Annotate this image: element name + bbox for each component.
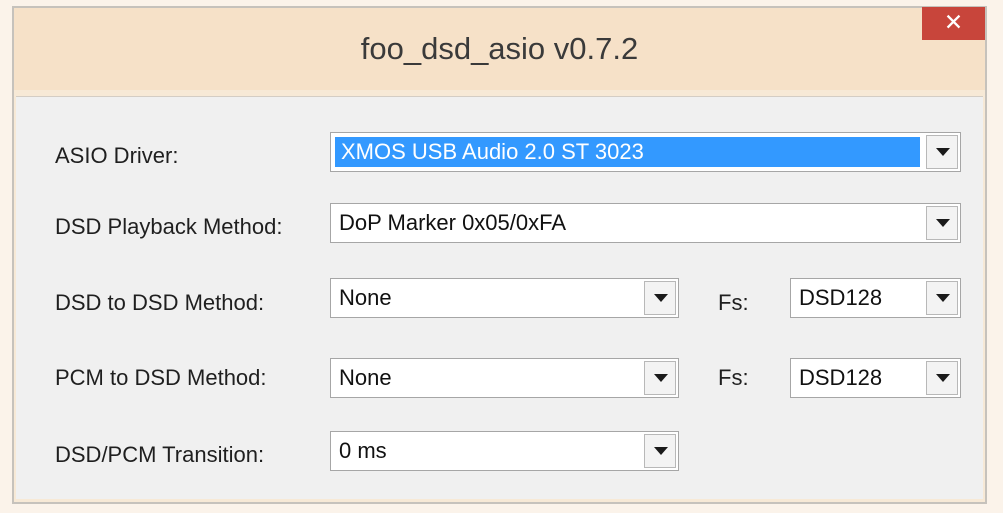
pcm-to-dsd-method-label: PCM to DSD Method: — [55, 365, 267, 390]
dsd-to-dsd-method-value: None — [339, 285, 392, 310]
dsd-to-dsd-fs-value: DSD128 — [799, 285, 883, 310]
dsd-playback-method-dropdown-button[interactable] — [926, 206, 958, 240]
chevron-down-icon — [936, 374, 950, 382]
pcm-to-dsd-method-select[interactable]: None — [330, 358, 679, 398]
pcm-to-dsd-fs-select[interactable]: DSD128 — [790, 358, 961, 398]
dsd-pcm-transition-dropdown-button[interactable] — [644, 434, 676, 468]
dsd-pcm-transition-label: DSD/PCM Transition: — [55, 442, 265, 467]
pcm-to-dsd-fs-dropdown-button[interactable] — [926, 361, 958, 395]
chevron-down-icon — [936, 148, 950, 156]
dsd-to-dsd-fs-dropdown-button[interactable] — [926, 281, 958, 315]
pcm-to-dsd-fs-label: Fs: — [718, 365, 749, 390]
asio-driver-select[interactable]: XMOS USB Audio 2.0 ST 3023 — [330, 132, 961, 172]
dsd-playback-method-value: DoP Marker 0x05/0xFA — [339, 210, 567, 235]
pcm-to-dsd-method-value: None — [339, 365, 392, 390]
title-bar[interactable]: foo_dsd_asio v0.7.2 — [14, 8, 985, 90]
pcm-to-dsd-method-dropdown-button[interactable] — [644, 361, 676, 395]
dialog-window: foo_dsd_asio v0.7.2 ✕ ASIO Driver: XMOS … — [0, 0, 1003, 513]
dsd-playback-method-select[interactable]: DoP Marker 0x05/0xFA — [330, 203, 961, 243]
chevron-down-icon — [936, 294, 950, 302]
dsd-to-dsd-method-select[interactable]: None — [330, 278, 679, 318]
dsd-to-dsd-fs-select[interactable]: DSD128 — [790, 278, 961, 318]
dialog-client-area: ASIO Driver: XMOS USB Audio 2.0 ST 3023 … — [16, 96, 983, 499]
close-icon: ✕ — [943, 10, 964, 36]
dsd-pcm-transition-value: 0 ms — [339, 438, 387, 463]
dsd-to-dsd-fs-label: Fs: — [718, 290, 749, 315]
chevron-down-icon — [654, 294, 668, 302]
chevron-down-icon — [654, 374, 668, 382]
dsd-playback-method-label: DSD Playback Method: — [55, 214, 283, 239]
dsd-to-dsd-method-label: DSD to DSD Method: — [55, 290, 265, 315]
window-title: foo_dsd_asio v0.7.2 — [360, 31, 639, 66]
chevron-down-icon — [936, 219, 950, 227]
asio-driver-dropdown-button[interactable] — [926, 135, 958, 169]
dsd-pcm-transition-select[interactable]: 0 ms — [330, 431, 679, 471]
asio-driver-label: ASIO Driver: — [55, 143, 179, 168]
chevron-down-icon — [654, 447, 668, 455]
close-button[interactable]: ✕ — [922, 7, 985, 40]
asio-driver-value: XMOS USB Audio 2.0 ST 3023 — [341, 139, 644, 164]
pcm-to-dsd-fs-value: DSD128 — [799, 365, 883, 390]
dsd-to-dsd-method-dropdown-button[interactable] — [644, 281, 676, 315]
